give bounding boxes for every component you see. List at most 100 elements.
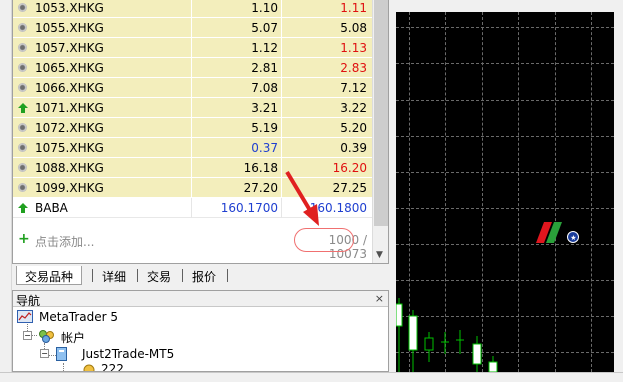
up-arrow-icon [18, 203, 28, 213]
tab-ticks[interactable]: 报价 [184, 266, 224, 285]
bid-cell: 3.21 [251, 101, 278, 115]
table-row[interactable]: 1055.XHKG 5.07 5.08 [13, 18, 372, 38]
tab-trading[interactable]: 交易 [139, 266, 179, 285]
candlestick-series [396, 298, 498, 372]
ask-cell: 1.13 [340, 41, 367, 55]
symbol-cell: 1055.XHKG [35, 21, 104, 35]
bid-cell: 27.20 [243, 181, 278, 195]
grid-line [396, 27, 614, 28]
ask-cell: 5.20 [340, 121, 367, 135]
bid-cell: 1.12 [251, 41, 278, 55]
ask-cell: 7.12 [340, 81, 367, 95]
bid-cell: 160.1700 [220, 201, 278, 215]
column-divider [191, 158, 192, 178]
tree-line [63, 363, 64, 371]
grid-line [396, 136, 614, 137]
dot-icon [18, 143, 28, 153]
dot-icon [18, 3, 28, 13]
tab-separator [227, 269, 228, 282]
table-row[interactable]: 1072.XHKG 5.19 5.20 [13, 118, 372, 138]
scrollbar-thumb[interactable] [374, 0, 388, 226]
table-row[interactable]: 1066.XHKG 7.08 7.12 [13, 78, 372, 98]
bid-cell: 5.07 [251, 21, 278, 35]
navigator-panel: 导航 × MetaTrader 5 − 帐户 − Just2Trade-MT5 [12, 290, 389, 372]
column-divider [281, 98, 282, 118]
bid-cell: 0.37 [251, 141, 278, 155]
chart-frame-top [390, 0, 623, 12]
market-watch-panel: 1053.XHKG 1.10 1.11 1055.XHKG 5.07 5.08 1057.X… [12, 0, 389, 264]
ask-cell: 0.39 [340, 141, 367, 155]
ask-cell: 5.08 [340, 21, 367, 35]
symbol-cell: 1065.XHKG [35, 61, 104, 75]
column-divider [281, 0, 282, 18]
tab-separator [182, 269, 183, 282]
close-icon[interactable]: × [375, 292, 384, 305]
plus-icon: + [18, 231, 30, 247]
annotation-arrow-icon [285, 170, 319, 226]
dot-icon [18, 63, 28, 73]
table-row[interactable]: 1065.XHKG 2.81 2.83 [13, 58, 372, 78]
market-watch-tabs: 交易品种 详细 交易 报价 [12, 264, 389, 286]
ask-cell: 2.83 [340, 61, 367, 75]
tab-separator [92, 269, 93, 282]
symbol-cell: 1088.XHKG [35, 161, 104, 175]
column-divider [191, 98, 192, 118]
table-row[interactable]: 1053.XHKG 1.10 1.11 [13, 0, 372, 18]
column-divider [191, 78, 192, 98]
bid-cell: 5.19 [251, 121, 278, 135]
svg-text:★: ★ [570, 234, 576, 242]
table-row[interactable]: 1057.XHKG 1.12 1.13 [13, 38, 372, 58]
chart-frame-right [614, 0, 623, 382]
symbol-cell: 1071.XHKG [35, 101, 104, 115]
collapse-toggle-icon[interactable]: − [40, 349, 49, 358]
symbol-cell: 1066.XHKG [35, 81, 104, 95]
collapse-toggle-icon[interactable]: − [23, 331, 32, 340]
navigator-header: 导航 × [13, 291, 388, 308]
broker-logo: ★ [536, 222, 579, 243]
tab-separator [137, 269, 138, 282]
column-divider [191, 58, 192, 78]
column-divider [191, 178, 192, 198]
symbol-cell: 1053.XHKG [35, 1, 104, 15]
tab-symbols[interactable]: 交易品种 [16, 266, 83, 285]
symbol-cell: BABA [35, 201, 68, 215]
account-icon [83, 364, 95, 371]
table-row[interactable]: 1071.XHKG 3.21 3.22 [13, 98, 372, 118]
scroll-down-arrow-icon[interactable]: ▼ [376, 250, 383, 260]
ask-cell: 3.22 [340, 101, 367, 115]
splitter[interactable] [389, 0, 396, 382]
bid-cell: 16.18 [243, 161, 278, 175]
server-icon [56, 347, 67, 361]
add-symbol-label: 点击添加... [35, 235, 95, 249]
bid-cell: 2.81 [251, 61, 278, 75]
price-chart[interactable]: ★ [396, 12, 614, 372]
column-divider [281, 38, 282, 58]
grid-line [396, 280, 614, 281]
ask-cell: 1.11 [340, 1, 367, 15]
dot-icon [18, 183, 28, 193]
symbol-cell: 1099.XHKG [35, 181, 104, 195]
dot-icon [18, 83, 28, 93]
metatrader-icon [17, 310, 33, 323]
tab-details[interactable]: 详细 [94, 266, 134, 285]
navigator-title: 导航 [16, 294, 41, 308]
tree-item-label: 222 [101, 362, 124, 372]
dot-icon [18, 123, 28, 133]
symbol-cell: 1075.XHKG [35, 141, 104, 155]
up-arrow-icon [18, 103, 28, 113]
grid-line [396, 63, 614, 64]
dot-icon [18, 43, 28, 53]
tree-item-label: Just2Trade-MT5 [82, 347, 175, 361]
tree-item-label: MetaTrader 5 [39, 310, 119, 324]
accounts-icon [39, 330, 54, 343]
bid-cell: 7.08 [251, 81, 278, 95]
grid-line [396, 100, 614, 101]
table-row[interactable]: 1075.XHKG 0.37 0.39 [13, 138, 372, 158]
market-watch-scrollbar[interactable]: ▼ [372, 0, 388, 263]
column-divider [191, 38, 192, 58]
symbol-cell: 1072.XHKG [35, 121, 104, 135]
bid-cell: 1.10 [251, 1, 278, 15]
column-divider [281, 118, 282, 138]
symbol-cell: 1057.XHKG [35, 41, 104, 55]
window-frame-bottom [0, 372, 623, 382]
